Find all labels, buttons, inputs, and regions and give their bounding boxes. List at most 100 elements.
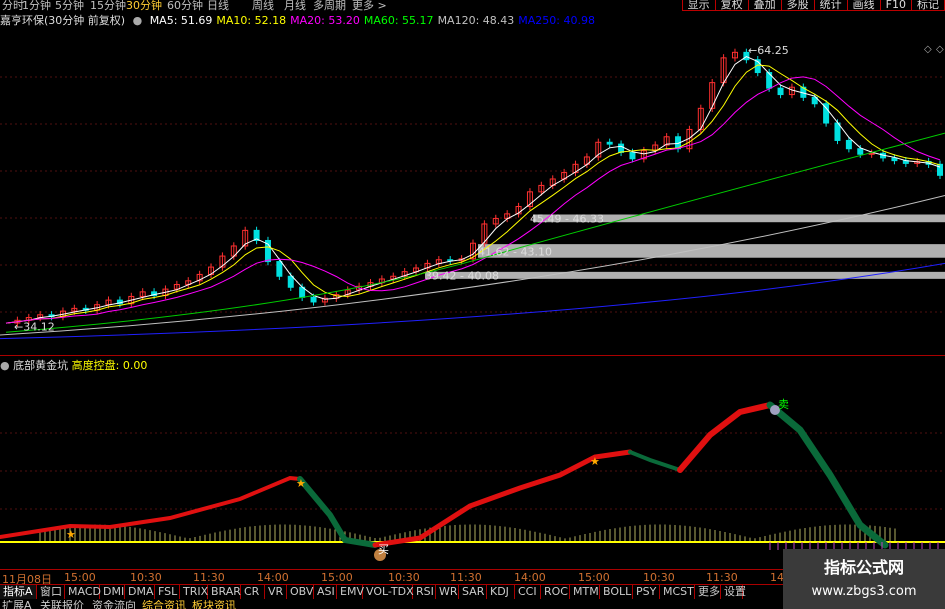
candle-body [276, 261, 283, 277]
label-low: ←34.12 [14, 321, 55, 334]
tab-3[interactable]: 15分钟 [90, 0, 126, 13]
candle-body [287, 275, 294, 288]
ma20-line [5, 76, 941, 324]
time-label: 11:30 [450, 571, 482, 584]
indicator-tab-dmi[interactable]: DMI [100, 585, 125, 599]
candle-body [618, 143, 625, 153]
toolbar-button-0[interactable]: 显示 [681, 0, 716, 11]
indicator-tab-kdj[interactable]: KDJ [487, 585, 515, 599]
tab-7[interactable]: 周线 [252, 0, 274, 13]
indicator-tab-asi[interactable]: ASI [314, 585, 337, 599]
candle-body [310, 296, 317, 303]
ma-label-2: MA20: 53.20 [290, 14, 360, 27]
bottom-tab-3[interactable]: 综合资讯 [142, 600, 186, 609]
ma-label-3: MA60: 55.17 [363, 14, 434, 27]
indicator-tab-psy[interactable]: PSY [633, 585, 660, 599]
tab-5[interactable]: 60分钟 [167, 0, 203, 13]
bottom-tab-0[interactable]: 扩展A [2, 600, 32, 609]
tab-10[interactable]: 更多 > [352, 0, 387, 13]
indicator-tab-brar[interactable]: BRAR [208, 585, 241, 599]
indicator-tab-obv[interactable]: OBV [287, 585, 314, 599]
indicator-legend: ● 底部黄金坑 高度控盘: 0.00 [0, 358, 147, 374]
candle-body [629, 151, 636, 160]
indicator-tab-指标a[interactable]: 指标A [0, 585, 37, 599]
toolbar-button-3[interactable]: 多股 [780, 0, 815, 11]
tab-9[interactable]: 多周期 [313, 0, 346, 13]
toolbar-button-6[interactable]: F10 [879, 0, 912, 11]
ma-label-5: MA250: 40.98 [518, 14, 595, 27]
toolbar-button-1[interactable]: 复权 [714, 0, 749, 11]
indicator-tab-窗口[interactable]: 窗口 [37, 585, 65, 599]
toolbar-buttons: 显示 复权 叠加 多股 统计 画线 F10 标记 [681, 0, 945, 11]
indicator-tab-vol-tdx[interactable]: VOL-TDX [363, 585, 414, 599]
indicator-tab-dma[interactable]: DMA [125, 585, 155, 599]
candle-body [834, 122, 841, 141]
toolbar-button-5[interactable]: 画线 [846, 0, 881, 11]
indicator-tab-sar[interactable]: SAR [459, 585, 487, 599]
time-label: 14:00 [257, 571, 289, 584]
indicator-value: 0.00 [122, 359, 148, 372]
indicator-tab-更多[interactable]: 更多 [695, 585, 721, 599]
trend-rise-3 [677, 402, 773, 473]
tab-8[interactable]: 月线 [284, 0, 306, 13]
indicator-tab-macd[interactable]: MACD [65, 585, 101, 599]
indicator-tab-emv[interactable]: EMV [337, 585, 364, 599]
buy-label: 买 [378, 543, 389, 556]
indicator-chart[interactable]: ★ ★ ★ 买 卖 [0, 375, 945, 570]
indicator-tab-wr[interactable]: WR [436, 585, 459, 599]
ma-label-0: MA5: 51.69 [149, 14, 213, 27]
indicator-tab-mtm[interactable]: MTM [570, 585, 600, 599]
toolbar-button-2[interactable]: 叠加 [747, 0, 782, 11]
toolbar-button-7[interactable]: 标记 [911, 0, 945, 11]
indicator-tab-cci[interactable]: CCI [515, 585, 541, 599]
ma-label-1: MA10: 52.18 [216, 14, 287, 27]
indicator-name[interactable]: 底部黄金坑 [13, 359, 68, 372]
price-chart[interactable]: ←64.25 45.49 - 46.33 41.62 - 43.10 39.42 - … [0, 30, 945, 352]
tab-0[interactable]: 分时 [2, 0, 24, 13]
indicator-tab-mcst[interactable]: MCST [660, 585, 695, 599]
tab-2[interactable]: 5分钟 [55, 0, 84, 13]
toolbar-button-4[interactable]: 统计 [813, 0, 848, 11]
signal-star-icon: ★ [590, 455, 600, 468]
indicator-tab-设置[interactable]: 设置 [721, 585, 746, 599]
indicator-tab-vr[interactable]: VR [265, 585, 287, 599]
ma-label-4: MA120: 48.43 [437, 14, 515, 27]
signal-star-icon: ★ [296, 477, 306, 490]
ma10-line [5, 64, 941, 324]
sell-label: 卖 [778, 398, 789, 411]
bottom-tab-2[interactable]: 资金流向 [92, 600, 136, 609]
indicator-tab-cr[interactable]: CR [241, 585, 265, 599]
ma60-line [5, 132, 945, 333]
candle-body [845, 139, 852, 150]
time-label: 11:30 [193, 571, 225, 584]
tab-6[interactable]: 日线 [207, 0, 229, 13]
indicator-tab-rsi[interactable]: RSI [413, 585, 436, 599]
bottom-tab-4[interactable]: 板块资讯 [192, 600, 236, 609]
indicator-tab-roc[interactable]: ROC [541, 585, 570, 599]
trend-fall-2 [766, 401, 889, 549]
trend-fall-1 [297, 476, 378, 548]
tab-1[interactable]: 1分钟 [22, 0, 51, 13]
bottom-tab-1[interactable]: 关联报价 [40, 600, 84, 609]
ma5-line [5, 56, 941, 324]
label-high: ←64.25 [748, 44, 789, 57]
indicator-tab-trix[interactable]: TRIX [180, 585, 208, 599]
signal-star-icon: ★ [66, 528, 76, 541]
watermark: 指标公式网 www.zbgs3.com [783, 549, 945, 609]
app-window: { "period_tabs": ["分时","1分钟","5分钟","15分钟… [0, 0, 945, 609]
stock-title[interactable]: 嘉亨环保(30分钟 前复权) [0, 14, 125, 27]
time-label: 14:00 [514, 571, 546, 584]
indicator-label: 高度控盘: [71, 359, 120, 372]
indicator-tab-fsl[interactable]: FSL [155, 585, 180, 599]
indicator-tab-boll[interactable]: BOLL [600, 585, 633, 599]
circle-icon[interactable]: ● [0, 359, 10, 372]
panel-divider [0, 355, 945, 356]
watermark-url: www.zbgs3.com [811, 584, 917, 599]
time-label: 15:00 [64, 571, 96, 584]
candle-body [857, 148, 864, 155]
tab-4[interactable]: 30分钟 [126, 0, 162, 13]
time-label: 10:30 [643, 571, 675, 584]
label-zone2: 41.62 - 43.10 [478, 245, 552, 258]
circle-icon[interactable]: ● [133, 14, 143, 27]
time-label: 15:00 [578, 571, 610, 584]
